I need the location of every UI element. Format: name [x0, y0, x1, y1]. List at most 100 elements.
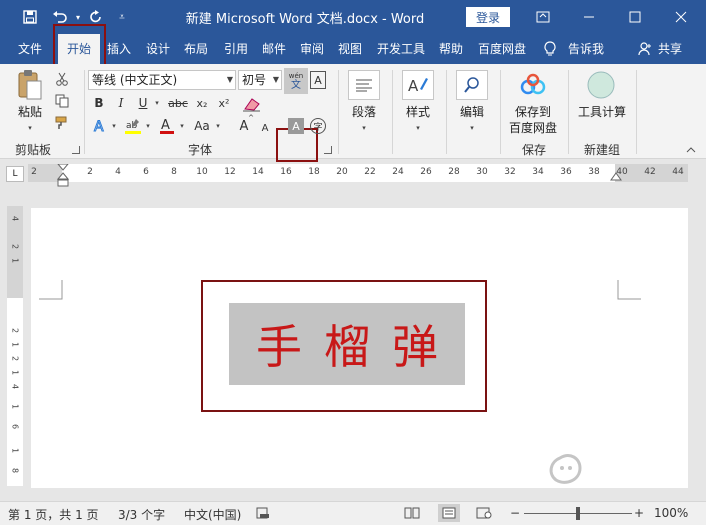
paragraph-icon[interactable] — [348, 70, 380, 100]
paragraph-button-label[interactable]: 段落 — [344, 104, 384, 120]
ruler-tick: 2 — [31, 167, 37, 177]
tab-design[interactable]: 设计 — [140, 34, 176, 64]
print-layout-icon[interactable] — [438, 504, 460, 522]
minimize-icon[interactable] — [566, 0, 612, 34]
tools-calc-label[interactable]: 工具计算 — [572, 104, 632, 120]
tab-references[interactable]: 引用 — [218, 34, 254, 64]
paste-icon[interactable] — [14, 68, 46, 102]
macro-record-icon[interactable] — [256, 507, 270, 522]
ruler-tick: 20 — [336, 167, 348, 177]
zoom-in-button[interactable]: + — [634, 506, 644, 520]
right-indent-marker[interactable] — [610, 170, 622, 182]
enclose-characters-button[interactable]: 字 — [310, 118, 326, 134]
horizontal-ruler[interactable]: 2 2 4 6 8 10 12 14 16 18 20 22 24 26 28 … — [28, 164, 688, 187]
styles-dropdown-icon[interactable]: ▾ — [398, 120, 438, 136]
baidu-netdisk-icon[interactable] — [518, 70, 548, 100]
font-color-dropdown-icon[interactable]: ▾ — [178, 116, 186, 136]
read-mode-icon[interactable] — [404, 507, 420, 522]
close-icon[interactable] — [658, 0, 704, 34]
editing-dropdown-icon[interactable]: ▾ — [452, 120, 492, 136]
language-indicator[interactable]: 中文(中国) — [184, 506, 241, 523]
zoom-level[interactable]: 100% — [654, 506, 688, 520]
clear-formatting-icon[interactable] — [238, 94, 266, 114]
lightbulb-icon[interactable] — [540, 34, 560, 64]
styles-button-label[interactable]: 样式 — [398, 104, 438, 120]
format-painter-icon[interactable] — [52, 114, 72, 132]
clipboard-dialog-launcher[interactable] — [72, 146, 80, 154]
font-dialog-launcher[interactable] — [324, 146, 332, 154]
editing-button-label[interactable]: 编辑 — [452, 104, 492, 120]
ruler-tick: 2 — [10, 243, 20, 250]
login-button[interactable]: 登录 — [466, 7, 510, 27]
tab-baidu-netdisk[interactable]: 百度网盘 — [472, 34, 532, 64]
font-size-combo[interactable]: 初号 ▼ — [238, 70, 282, 90]
font-name-dropdown-icon[interactable]: ▼ — [227, 71, 233, 89]
underline-dropdown-icon[interactable]: ▾ — [152, 94, 162, 112]
styles-icon[interactable]: A — [402, 70, 434, 100]
editing-search-icon[interactable] — [456, 70, 488, 100]
document-text[interactable]: 手榴弹 — [229, 303, 465, 385]
zoom-slider-thumb[interactable] — [576, 507, 580, 520]
tab-view[interactable]: 视图 — [332, 34, 368, 64]
tools-calc-icon[interactable] — [586, 70, 616, 100]
copy-icon[interactable] — [52, 92, 72, 110]
strikethrough-button[interactable]: abc — [166, 94, 190, 112]
tab-file[interactable]: 文件 — [10, 34, 50, 64]
document-page[interactable]: 手榴弹 — [31, 208, 688, 488]
tab-home[interactable]: 开始 — [58, 34, 100, 64]
ruler-tick: 1 — [10, 403, 20, 410]
text-effects-icon[interactable]: A — [90, 116, 110, 136]
tab-developer[interactable]: 开发工具 — [372, 34, 430, 64]
save-icon[interactable] — [18, 6, 42, 28]
change-case-button[interactable]: Aa — [190, 116, 214, 136]
share-button[interactable]: 共享 — [654, 34, 686, 64]
margin-corner-mark — [39, 280, 63, 300]
ruler-tick: 4 — [115, 167, 121, 177]
paste-dropdown-icon[interactable]: ▾ — [12, 120, 48, 136]
word-count[interactable]: 3/3 个字 — [118, 506, 165, 523]
character-border-button[interactable]: A — [310, 71, 326, 89]
font-group-label: 字体 — [187, 143, 212, 157]
change-case-dropdown-icon[interactable]: ▾ — [214, 116, 222, 136]
cut-icon[interactable] — [52, 70, 72, 88]
separator — [338, 70, 339, 154]
font-color-icon[interactable]: A — [156, 116, 178, 136]
subscript-button[interactable]: x₂ — [192, 94, 212, 112]
save-baidu-label-1[interactable]: 保存到 — [502, 104, 564, 120]
superscript-button[interactable]: x² — [214, 94, 234, 112]
tab-selector[interactable]: L — [6, 166, 24, 182]
page-count[interactable]: 第 1 页，共 1 页 — [8, 506, 99, 523]
tab-layout[interactable]: 布局 — [178, 34, 214, 64]
tell-me-search[interactable]: 告诉我 — [564, 34, 608, 64]
font-name-combo[interactable]: 等线 (中文正文) ▼ — [88, 70, 236, 90]
customize-qat-icon[interactable]: ⩡ — [110, 6, 134, 28]
tab-mailings[interactable]: 邮件 — [256, 34, 292, 64]
italic-button[interactable]: I — [112, 94, 130, 112]
bold-button[interactable]: B — [90, 94, 108, 112]
highlight-color-dropdown-icon[interactable]: ▾ — [144, 116, 152, 136]
highlight-color-icon[interactable]: ab — [122, 116, 144, 136]
paste-label[interactable]: 粘贴 — [12, 104, 48, 120]
svg-text:A: A — [408, 77, 419, 95]
maximize-icon[interactable] — [612, 0, 658, 34]
ruler-tick: 32 — [504, 167, 516, 177]
web-layout-icon[interactable] — [476, 507, 492, 522]
shrink-font-button[interactable]: A — [258, 118, 272, 138]
save-baidu-label-2[interactable]: 百度网盘 — [502, 120, 564, 136]
first-line-indent-marker[interactable] — [57, 164, 69, 190]
tab-review[interactable]: 审阅 — [294, 34, 330, 64]
underline-button[interactable]: U — [134, 94, 152, 112]
zoom-out-button[interactable]: − — [510, 506, 520, 520]
vertical-ruler[interactable]: 4 2 1 2 1 2 1 4 1 6 1 8 — [7, 206, 23, 486]
paragraph-dropdown-icon[interactable]: ▾ — [344, 120, 384, 136]
character-shading-button[interactable]: A — [288, 118, 304, 134]
collapse-ribbon-icon[interactable] — [684, 144, 698, 156]
redo-icon[interactable] — [84, 6, 108, 28]
font-size-dropdown-icon[interactable]: ▼ — [273, 71, 279, 89]
text-effects-dropdown-icon[interactable]: ▾ — [110, 116, 118, 136]
ribbon-display-options-icon[interactable] — [520, 0, 566, 34]
share-person-icon[interactable] — [636, 34, 654, 64]
tab-insert[interactable]: 插入 — [102, 34, 136, 64]
phonetic-guide-button[interactable]: wén 文 — [284, 68, 308, 94]
tab-help[interactable]: 帮助 — [434, 34, 468, 64]
